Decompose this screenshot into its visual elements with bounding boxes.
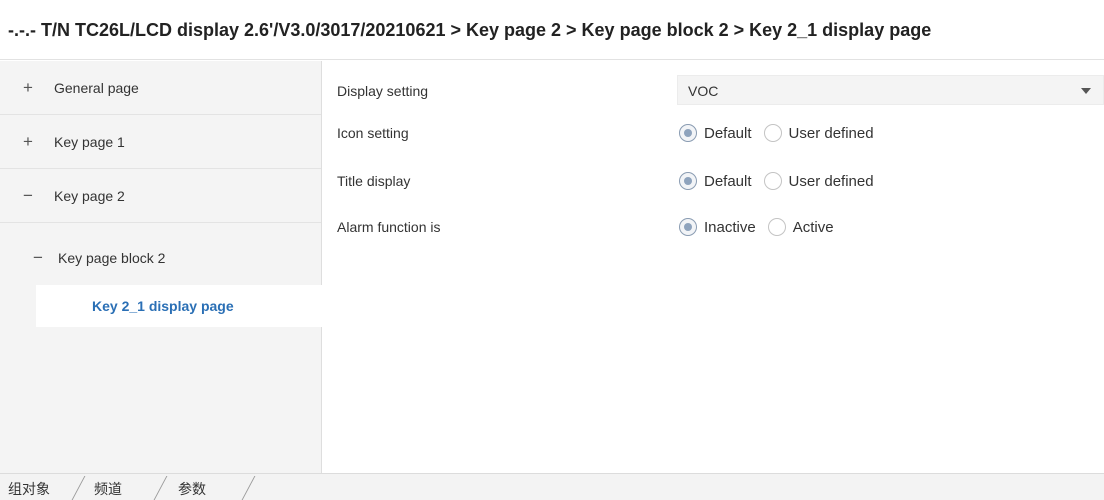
radio-checked-icon[interactable] — [679, 218, 697, 236]
icon-setting-row: Icon setting Default User defined — [323, 117, 1104, 149]
tab-parameters[interactable]: 参数 — [178, 479, 206, 499]
radio-label: Default — [704, 124, 752, 142]
alarm-function-active-radio[interactable]: Active — [767, 218, 834, 236]
title-display-radio-group: Default User defined — [679, 169, 886, 193]
icon-setting-user-defined-radio[interactable]: User defined — [763, 124, 874, 142]
icon-setting-label: Icon setting — [337, 125, 409, 141]
collapse-icon[interactable]: − — [20, 186, 36, 206]
display-setting-row: Display setting VOC — [323, 75, 1104, 107]
expand-icon[interactable]: + — [20, 132, 36, 152]
radio-unchecked-icon[interactable] — [767, 218, 786, 236]
radio-label: Inactive — [704, 218, 756, 236]
radio-checked-icon[interactable] — [679, 124, 697, 142]
sidebar-item-key-page-block-2[interactable]: − Key page block 2 — [0, 231, 321, 285]
alarm-function-label: Alarm function is — [337, 219, 441, 235]
title-display-row: Title display Default User defined — [323, 165, 1104, 197]
alarm-function-radio-group: Inactive Active — [679, 215, 846, 239]
radio-unchecked-icon[interactable] — [763, 172, 782, 190]
title-display-user-defined-radio[interactable]: User defined — [763, 172, 874, 190]
icon-setting-default-radio[interactable]: Default — [679, 124, 752, 142]
header: -.-.- T/N TC26L/LCD display 2.6'/V3.0/30… — [0, 0, 1104, 60]
radio-label: Active — [792, 218, 834, 236]
radio-label: Default — [704, 172, 752, 190]
sidebar-item-key-page-1[interactable]: + Key page 1 — [0, 115, 321, 169]
breadcrumb: -.-.- T/N TC26L/LCD display 2.6'/V3.0/30… — [8, 20, 932, 40]
sidebar-item-label: Key page 1 — [54, 133, 125, 150]
sidebar-item-label: Key page block 2 — [58, 250, 166, 266]
alarm-function-row: Alarm function is Inactive Active — [323, 211, 1104, 243]
icon-setting-radio-group: Default User defined — [679, 121, 886, 145]
alarm-function-inactive-radio[interactable]: Inactive — [679, 218, 756, 236]
radio-unchecked-icon[interactable] — [763, 124, 782, 142]
sidebar-item-key-page-2[interactable]: − Key page 2 — [0, 169, 321, 223]
radio-label: User defined — [788, 124, 874, 142]
collapse-icon[interactable]: − — [30, 248, 46, 268]
tab-divider — [153, 476, 168, 500]
sidebar-item-label: General page — [54, 79, 139, 96]
tab-divider — [71, 476, 86, 500]
title-display-label: Title display — [337, 173, 411, 189]
radio-label: User defined — [788, 172, 874, 190]
tab-channels[interactable]: 频道 — [94, 479, 122, 499]
display-setting-dropdown[interactable]: VOC — [677, 75, 1104, 105]
radio-checked-icon[interactable] — [679, 172, 697, 190]
chevron-down-icon[interactable] — [1081, 88, 1091, 94]
sidebar-item-label: Key 2_1 display page — [92, 298, 234, 314]
display-setting-label: Display setting — [337, 83, 429, 99]
title-display-default-radio[interactable]: Default — [679, 172, 752, 190]
settings-panel: Display setting VOC Icon setting Default… — [323, 61, 1104, 473]
tab-group-objects[interactable]: 组对象 — [8, 479, 50, 499]
sidebar-item-key-2-1-display-page[interactable]: Key 2_1 display page — [36, 285, 322, 327]
sidebar: + General page + Key page 1 − Key page 2… — [0, 61, 322, 473]
bottom-tab-bar: 组对象 频道 参数 — [0, 473, 1104, 500]
expand-icon[interactable]: + — [20, 78, 36, 98]
sidebar-item-general-page[interactable]: + General page — [0, 61, 321, 115]
display-setting-value: VOC — [688, 83, 719, 99]
sidebar-item-label: Key page 2 — [54, 187, 125, 204]
tab-divider — [241, 476, 256, 500]
